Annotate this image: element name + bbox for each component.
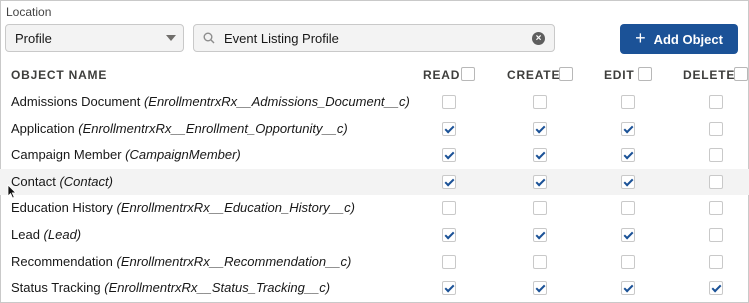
object-label: Campaign Member bbox=[11, 147, 122, 163]
create-checkbox[interactable] bbox=[533, 281, 547, 296]
object-name: Campaign Member (CampaignMember) bbox=[11, 147, 241, 162]
delete-checkbox[interactable] bbox=[709, 254, 723, 269]
table-row: Education History (EnrollmentrxRx__Educa… bbox=[0, 195, 749, 221]
read-checkbox[interactable] bbox=[442, 95, 456, 109]
add-object-label: Add Object bbox=[653, 31, 723, 47]
object-api-name: (Contact) bbox=[59, 173, 113, 189]
create-checkbox[interactable] bbox=[533, 228, 547, 242]
select-all-create-checkbox[interactable] bbox=[559, 67, 573, 81]
delete-checkbox[interactable] bbox=[709, 228, 723, 242]
object-name: Status Tracking (EnrollmentrxRx__Status_… bbox=[11, 280, 330, 295]
object-name: Admissions Document (EnrollmentrxRx__Adm… bbox=[11, 94, 410, 109]
delete-checkbox[interactable] bbox=[709, 148, 723, 163]
object-label: Admissions Document bbox=[11, 94, 141, 109]
header-delete: DELETE bbox=[683, 68, 736, 82]
clear-icon[interactable]: × bbox=[532, 32, 545, 45]
object-label: Application bbox=[11, 120, 75, 136]
read-checkbox[interactable] bbox=[442, 228, 456, 242]
create-checkbox[interactable] bbox=[533, 95, 547, 109]
table-header: OBJECT NAME READ CREATE EDIT DELETE bbox=[0, 64, 749, 88]
edit-checkbox[interactable] bbox=[621, 281, 635, 296]
object-label: Education History bbox=[11, 200, 113, 216]
object-name: Contact (Contact) bbox=[11, 174, 113, 189]
header-read: READ bbox=[423, 68, 461, 82]
delete-checkbox[interactable] bbox=[709, 121, 723, 136]
object-label: Recommendation bbox=[11, 253, 113, 269]
add-object-button[interactable]: + Add Object bbox=[620, 24, 738, 54]
table-row: Recommendation (EnrollmentrxRx__Recommen… bbox=[0, 249, 749, 275]
delete-checkbox[interactable] bbox=[709, 95, 723, 109]
header-create: CREATE bbox=[507, 68, 561, 82]
create-checkbox[interactable] bbox=[533, 174, 547, 189]
read-checkbox[interactable] bbox=[442, 254, 456, 269]
location-select[interactable]: Profile bbox=[5, 24, 184, 52]
search-icon bbox=[203, 32, 215, 47]
mouse-cursor-icon bbox=[7, 184, 17, 204]
location-label: Location bbox=[6, 5, 52, 19]
create-checkbox[interactable] bbox=[533, 121, 547, 136]
edit-checkbox[interactable] bbox=[621, 201, 635, 216]
delete-checkbox[interactable] bbox=[709, 281, 723, 296]
edit-checkbox[interactable] bbox=[621, 95, 635, 109]
object-api-name: (EnrollmentrxRx__Enrollment_Opportunity_… bbox=[78, 120, 348, 136]
plus-icon: + bbox=[635, 28, 646, 48]
select-all-read-checkbox[interactable] bbox=[461, 67, 475, 81]
edit-checkbox[interactable] bbox=[621, 254, 635, 269]
object-api-name: (EnrollmentrxRx__Admissions_Document__c) bbox=[143, 94, 410, 109]
object-name: Recommendation (EnrollmentrxRx__Recommen… bbox=[11, 254, 351, 269]
read-checkbox[interactable] bbox=[442, 281, 456, 296]
edit-checkbox[interactable] bbox=[621, 121, 635, 136]
object-name: Education History (EnrollmentrxRx__Educa… bbox=[11, 200, 355, 215]
create-checkbox[interactable] bbox=[533, 148, 547, 163]
object-label: Lead bbox=[11, 227, 40, 242]
search-value: Event Listing Profile bbox=[224, 31, 339, 46]
object-label: Contact bbox=[11, 173, 56, 189]
create-checkbox[interactable] bbox=[533, 254, 547, 269]
create-checkbox[interactable] bbox=[533, 201, 547, 216]
header-edit: EDIT bbox=[604, 68, 635, 82]
chevron-down-icon bbox=[166, 35, 176, 41]
select-all-delete-checkbox[interactable] bbox=[734, 67, 748, 81]
location-select-value: Profile bbox=[15, 30, 52, 46]
object-api-name: (EnrollmentrxRx__Recommendation__c) bbox=[116, 253, 352, 269]
delete-checkbox[interactable] bbox=[709, 201, 723, 216]
read-checkbox[interactable] bbox=[442, 174, 456, 189]
object-api-name: (EnrollmentrxRx__Education_History__c) bbox=[116, 200, 355, 216]
object-api-name: (Lead) bbox=[43, 227, 82, 242]
table-row: Application (EnrollmentrxRx__Enrollment_… bbox=[0, 116, 749, 142]
table-row: Admissions Document (EnrollmentrxRx__Adm… bbox=[0, 89, 749, 115]
table-row: Campaign Member (CampaignMember) bbox=[0, 142, 749, 168]
object-label: Status Tracking bbox=[11, 280, 101, 296]
table-row: Status Tracking (EnrollmentrxRx__Status_… bbox=[0, 275, 749, 301]
read-checkbox[interactable] bbox=[442, 201, 456, 216]
edit-checkbox[interactable] bbox=[621, 228, 635, 242]
table-row: Lead (Lead) bbox=[0, 222, 749, 248]
edit-checkbox[interactable] bbox=[621, 148, 635, 163]
table-row: Contact (Contact) bbox=[0, 168, 749, 195]
read-checkbox[interactable] bbox=[442, 121, 456, 136]
object-name: Application (EnrollmentrxRx__Enrollment_… bbox=[11, 121, 348, 136]
search-input[interactable]: Event Listing Profile × bbox=[193, 24, 555, 52]
select-all-edit-checkbox[interactable] bbox=[638, 67, 652, 81]
delete-checkbox[interactable] bbox=[709, 174, 723, 189]
header-object-name: OBJECT NAME bbox=[11, 68, 108, 82]
object-api-name: (EnrollmentrxRx__Status_Tracking__c) bbox=[104, 280, 331, 296]
object-api-name: (CampaignMember) bbox=[125, 147, 241, 163]
object-name: Lead (Lead) bbox=[11, 227, 81, 242]
edit-checkbox[interactable] bbox=[621, 174, 635, 189]
read-checkbox[interactable] bbox=[442, 148, 456, 163]
